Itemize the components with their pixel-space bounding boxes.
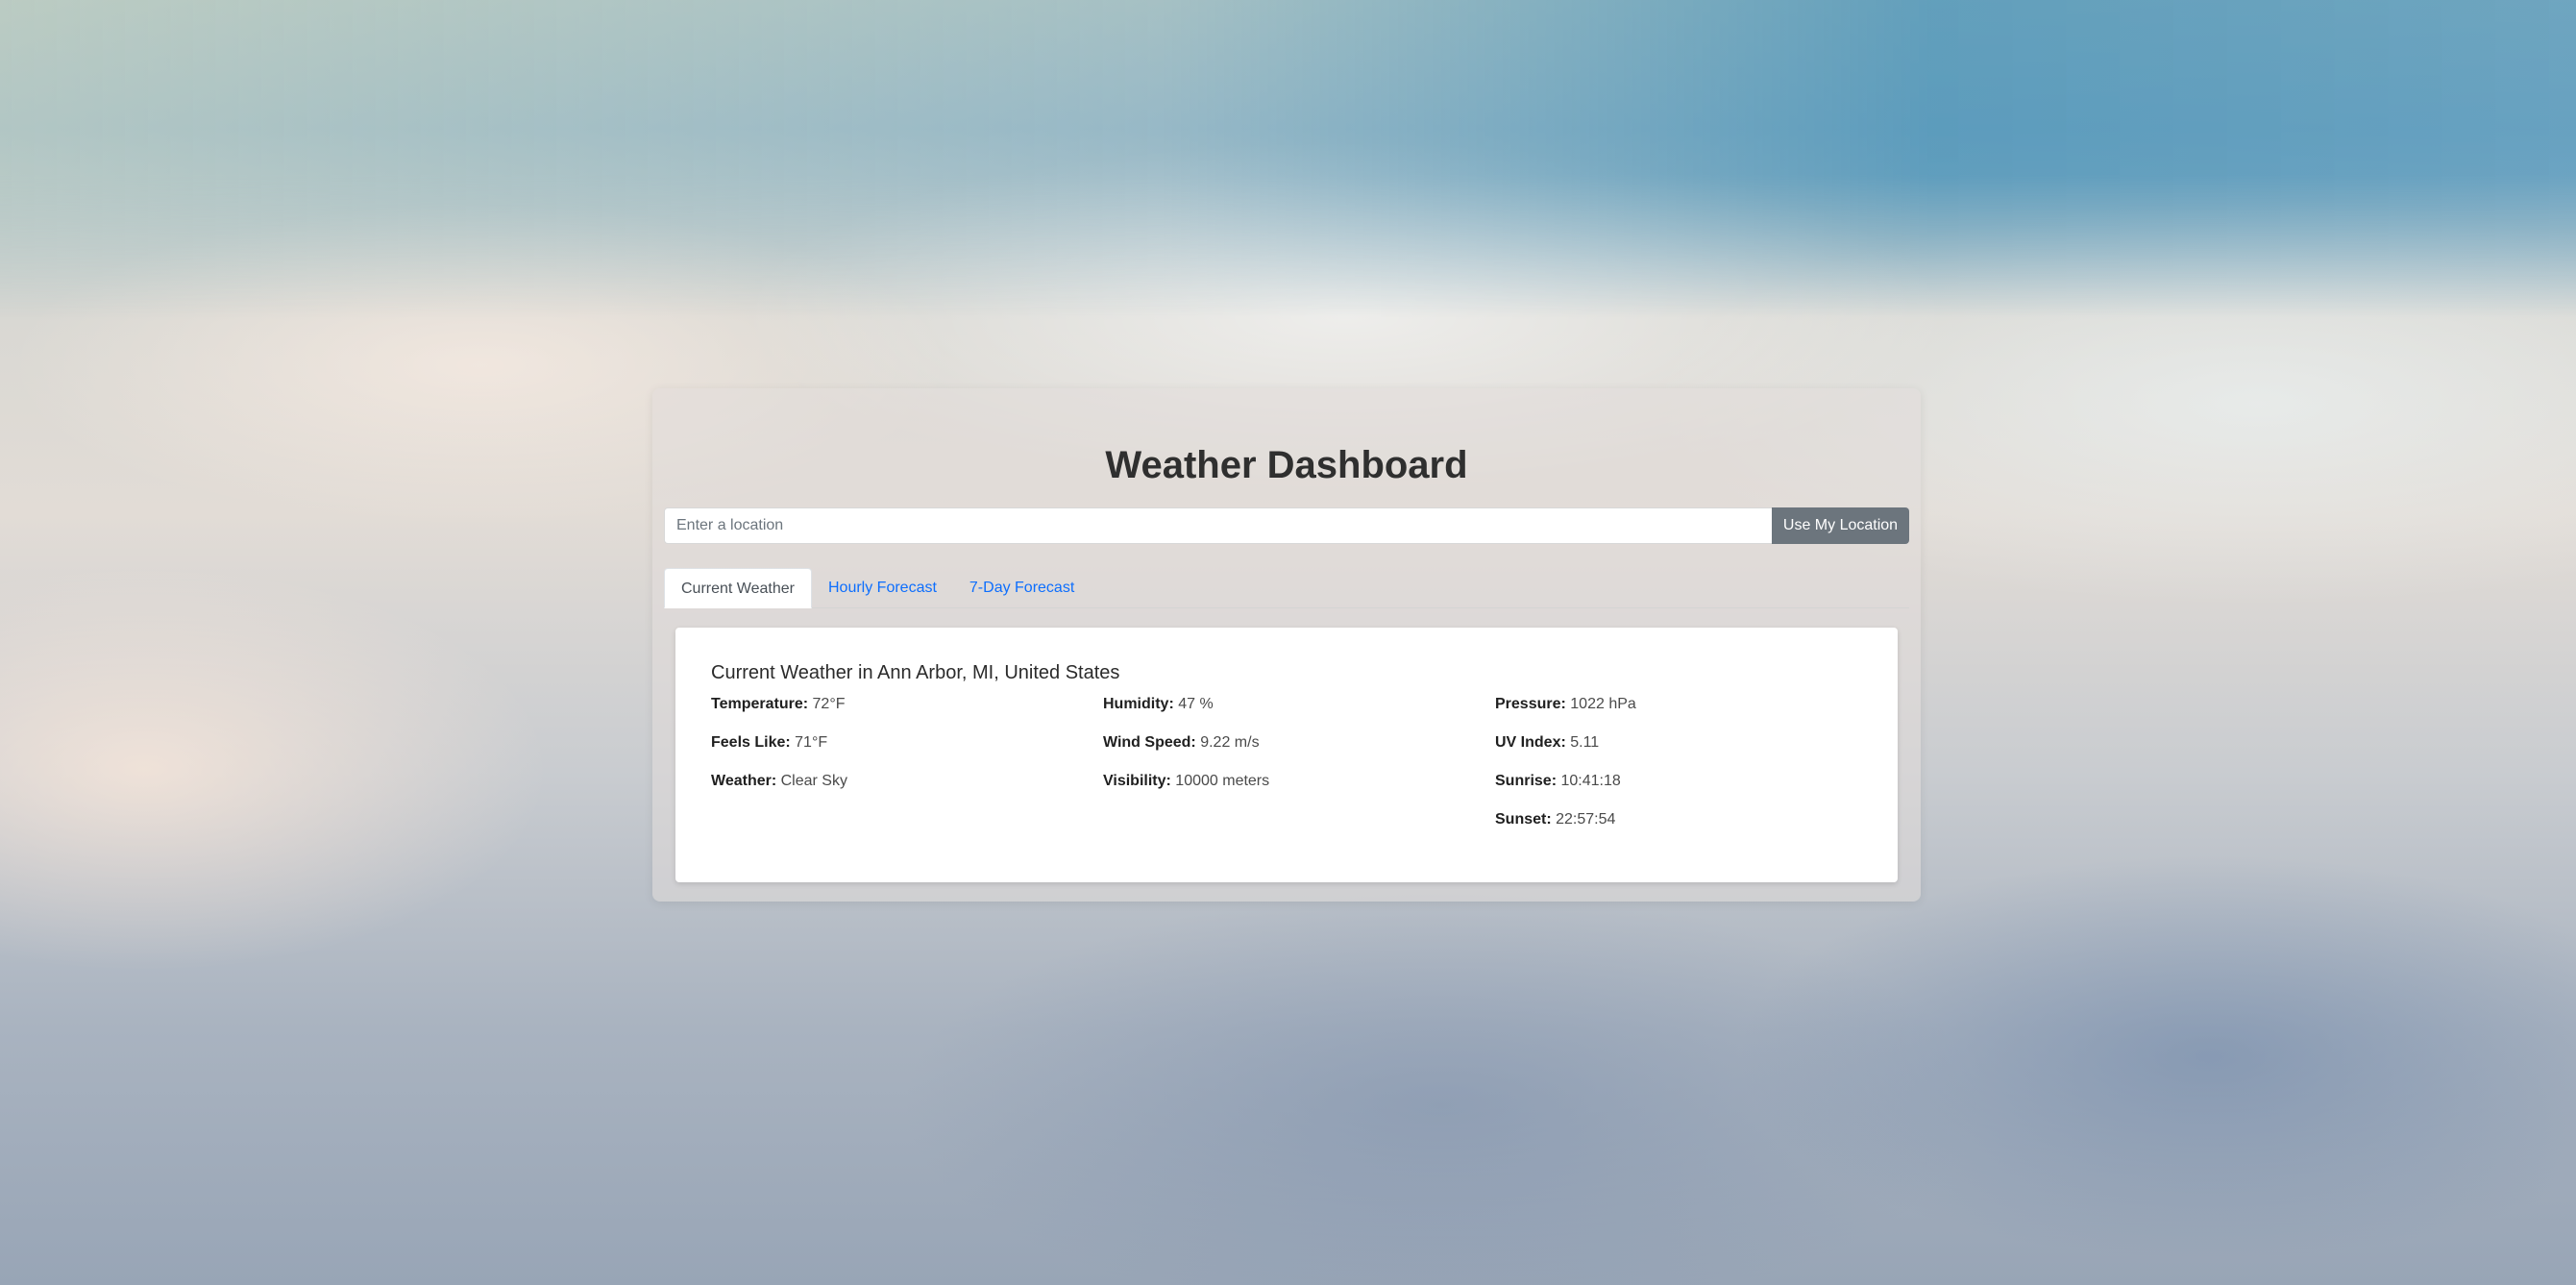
- weather-column-3: Pressure: 1022 hPa UV Index: 5.11 Sunris…: [1495, 696, 1883, 850]
- detail-value: 71°F: [795, 734, 828, 751]
- tab-hourly-forecast[interactable]: Hourly Forecast: [812, 568, 953, 608]
- detail-value: 10000 meters: [1175, 773, 1270, 789]
- detail-label: Wind Speed:: [1103, 734, 1196, 751]
- weather-condition-item: Weather: Clear Sky: [711, 773, 1103, 811]
- detail-label: Humidity:: [1103, 696, 1174, 712]
- humidity-item: Humidity: 47 %: [1103, 696, 1495, 734]
- forecast-tabs: Current Weather Hourly Forecast 7-Day Fo…: [664, 568, 1909, 608]
- sunrise-item: Sunrise: 10:41:18: [1495, 773, 1883, 811]
- page-title: Weather Dashboard: [1105, 444, 1468, 486]
- detail-label: Pressure:: [1495, 696, 1566, 712]
- current-weather-heading: Current Weather in Ann Arbor, MI, United…: [711, 662, 1120, 683]
- detail-label: Feels Like:: [711, 734, 791, 751]
- dashboard-panel: Weather Dashboard Use My Location Curren…: [652, 388, 1921, 902]
- temperature-item: Temperature: 72°F: [711, 696, 1103, 734]
- tab-7-day-forecast[interactable]: 7-Day Forecast: [953, 568, 1091, 608]
- visibility-item: Visibility: 10000 meters: [1103, 773, 1495, 811]
- current-weather-card: Current Weather in Ann Arbor, MI, United…: [675, 628, 1898, 882]
- tab-current-weather[interactable]: Current Weather: [664, 568, 812, 608]
- feels-like-item: Feels Like: 71°F: [711, 734, 1103, 773]
- detail-value: Clear Sky: [780, 773, 847, 789]
- detail-label: Temperature:: [711, 696, 809, 712]
- wind-speed-item: Wind Speed: 9.22 m/s: [1103, 734, 1495, 773]
- detail-value: 1022 hPa: [1570, 696, 1636, 712]
- sky-background: [0, 0, 2576, 317]
- detail-label: Visibility:: [1103, 773, 1171, 789]
- detail-label: UV Index:: [1495, 734, 1566, 751]
- detail-label: Weather:: [711, 773, 777, 789]
- search-bar: Use My Location: [664, 507, 1909, 544]
- weather-column-2: Humidity: 47 % Wind Speed: 9.22 m/s Visi…: [1103, 696, 1495, 850]
- detail-value: 5.11: [1570, 734, 1600, 751]
- uv-index-item: UV Index: 5.11: [1495, 734, 1883, 773]
- detail-value: 22:57:54: [1556, 811, 1616, 828]
- detail-label: Sunrise:: [1495, 773, 1558, 789]
- location-search-input[interactable]: [664, 507, 1772, 544]
- sunset-item: Sunset: 22:57:54: [1495, 811, 1883, 850]
- detail-label: Sunset:: [1495, 811, 1552, 828]
- weather-column-1: Temperature: 72°F Feels Like: 71°F Weath…: [711, 696, 1103, 850]
- detail-value: 47 %: [1178, 696, 1214, 712]
- detail-value: 10:41:18: [1560, 773, 1621, 789]
- pressure-item: Pressure: 1022 hPa: [1495, 696, 1883, 734]
- detail-value: 72°F: [812, 696, 846, 712]
- use-my-location-button[interactable]: Use My Location: [1772, 507, 1909, 544]
- detail-value: 9.22 m/s: [1200, 734, 1260, 751]
- weather-details-grid: Temperature: 72°F Feels Like: 71°F Weath…: [711, 696, 1883, 850]
